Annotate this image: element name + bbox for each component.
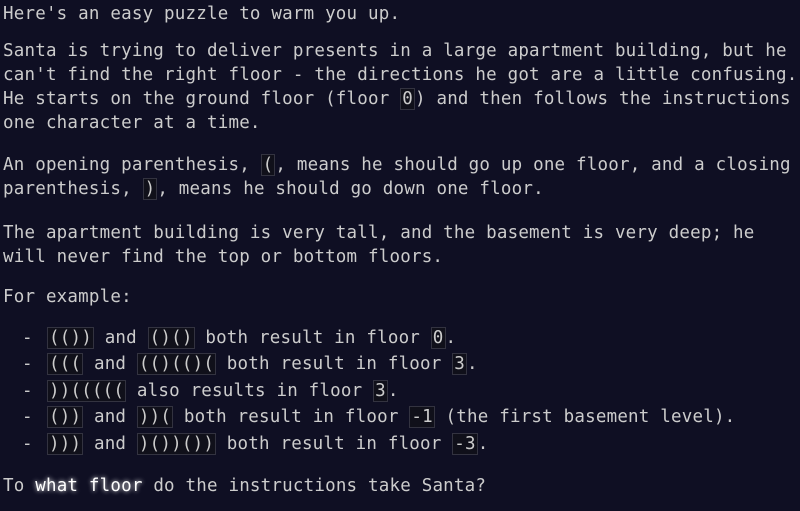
example-join: and [83, 433, 137, 454]
example-input-b: (()(()( [136, 353, 217, 376]
example-join: and [83, 354, 137, 375]
example-input-a: ))((((( [47, 379, 127, 402]
example-tail: both result in floor [173, 407, 410, 428]
list-bullet: - [22, 354, 33, 375]
example-result: 0 [430, 327, 446, 349]
example-after: . [387, 380, 399, 401]
example-input-b: ()() [147, 327, 195, 349]
example-input-b: ))( [136, 406, 174, 429]
list-bullet: - [22, 328, 33, 348]
list-bullet: - [22, 380, 33, 401]
example-result: -3 [452, 432, 478, 455]
example-after: . [477, 433, 489, 454]
question-emphasis: what floor [35, 476, 143, 496]
question-paragraph: To what floor do the instructions take S… [3, 474, 486, 498]
example-input-a: (()) [47, 327, 94, 349]
example-input-a: ()) [47, 406, 84, 429]
intro-paragraph: Here's an easy puzzle to warm you up. [3, 4, 401, 24]
example-join: and [83, 407, 137, 428]
example-input-a: ))) [47, 432, 84, 455]
santa-paragraph: Santa is trying to deliver presents in a… [3, 39, 800, 135]
close-paren-code: ) [142, 178, 158, 200]
example-tail: both result in floor [216, 354, 453, 375]
ground-floor-code: 0 [400, 88, 415, 110]
example-tail: both result in floor [216, 433, 453, 454]
building-paragraph: The apartment building is very tall, and… [3, 223, 755, 267]
list-bullet: - [22, 433, 33, 454]
example-input-b: )())()) [136, 432, 217, 455]
list-bullet: - [22, 407, 33, 428]
example-after: . [445, 328, 457, 348]
list-item: -))((((( also results in floor 3. [3, 378, 735, 404]
examples-list: -(()) and ()() both result in floor 0. -… [3, 325, 735, 457]
list-item: -))) and )())()) both result in floor -3… [3, 431, 735, 457]
example-after: (the first basement level). [434, 407, 736, 428]
paren-text-3: , means he should go down one floor. [157, 179, 544, 199]
example-result: -1 [409, 406, 435, 429]
open-paren-code: ( [260, 154, 276, 176]
example-input-a: ((( [47, 353, 84, 376]
list-item: -((( and (()(()( both result in floor 3. [3, 351, 735, 377]
example-join: and [93, 328, 148, 348]
example-result: 3 [452, 353, 468, 376]
example-tail: also results in floor [126, 380, 374, 401]
example-result: 3 [373, 379, 388, 402]
list-item: -()) and ))( both result in floor -1 (th… [3, 404, 735, 430]
example-after: . [467, 354, 478, 375]
parenthesis-paragraph: An opening parenthesis, ( , means he shou… [3, 153, 800, 201]
list-item: -(()) and ()() both result in floor 0. [3, 325, 735, 351]
question-before: To [3, 476, 36, 496]
for-example-label: For example: [3, 287, 132, 307]
question-after: do the instructions take Santa? [142, 476, 487, 496]
example-tail: both result in floor [194, 328, 431, 348]
paren-text-1: An opening parenthesis, [3, 155, 261, 175]
